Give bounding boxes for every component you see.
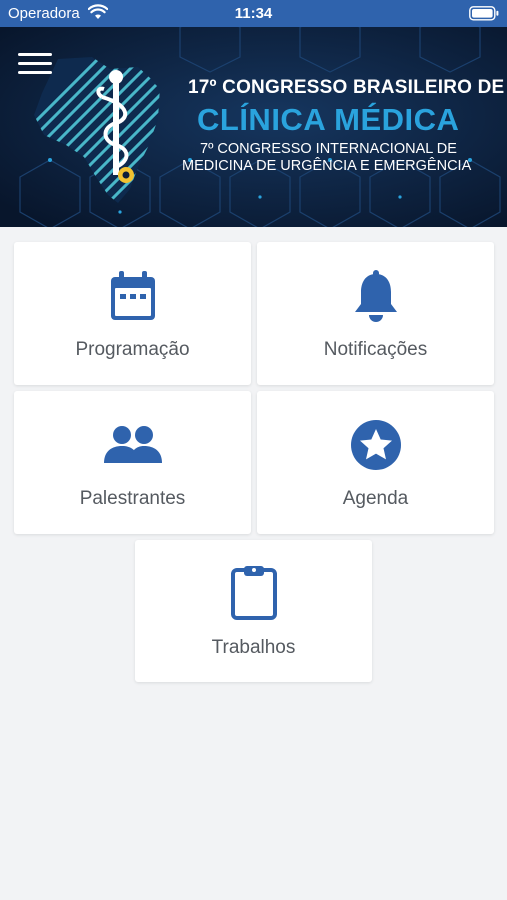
menu-card-notificacoes[interactable]: Notificações	[257, 242, 494, 385]
clipboard-icon	[135, 564, 372, 620]
menu-card-label: Agenda	[342, 488, 409, 509]
status-time: 11:34	[234, 5, 273, 22]
menu-card-label: Programação	[75, 339, 190, 360]
menu-card-programacao[interactable]: Programação	[14, 242, 251, 385]
menu-card-agenda[interactable]: Agenda	[257, 391, 494, 534]
banner-line-2: CLÍNICA MÉDICA	[197, 102, 460, 137]
status-bar: Operadora 11:34	[0, 0, 507, 27]
menu-card-label: Trabalhos	[211, 637, 296, 658]
menu-card-palestrantes[interactable]: Palestrantes	[14, 391, 251, 534]
battery-icon	[469, 6, 499, 26]
bell-icon	[257, 270, 494, 324]
people-icon	[14, 425, 251, 465]
menu-card-label: Palestrantes	[79, 488, 186, 509]
banner-line-4: MEDICINA DE URGÊNCIA E EMERGÊNCIA	[182, 158, 472, 174]
menu-card-trabalhos[interactable]: Trabalhos	[135, 540, 372, 682]
calendar-icon	[14, 270, 251, 322]
star-circle-icon	[257, 419, 494, 471]
hamburger-menu-icon[interactable]	[18, 53, 52, 81]
banner-line-3: 7º CONGRESSO INTERNACIONAL DE	[200, 141, 457, 157]
menu-card-label: Notificações	[323, 339, 428, 360]
banner-line-1: 17º CONGRESSO BRASILEIRO DE	[188, 77, 505, 98]
congress-banner: 17º CONGRESSO BRASILEIRO DE CLÍNICA MÉDI…	[0, 27, 507, 227]
